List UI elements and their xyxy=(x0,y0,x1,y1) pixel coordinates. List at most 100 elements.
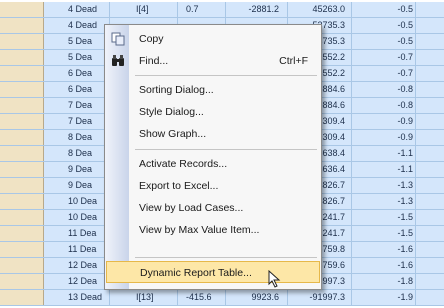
menu-item-sorting-dialog[interactable]: Sorting Dialog... xyxy=(106,79,320,101)
table-cell[interactable]: -0.8 xyxy=(352,98,416,113)
table-cell[interactable]: -0.9 xyxy=(352,130,416,145)
table-cell[interactable] xyxy=(416,290,444,305)
menu-separator xyxy=(135,257,317,258)
menu-separator xyxy=(135,75,317,76)
menu-item-view-load-cases[interactable]: View by Load Cases... xyxy=(106,197,320,219)
table-cell[interactable]: 6 Dea xyxy=(44,82,110,97)
table-cell[interactable]: -1.5 xyxy=(352,226,416,241)
table-cell[interactable]: 7 Dea xyxy=(44,98,110,113)
table-cell[interactable]: -91997.3 xyxy=(288,290,352,305)
table-cell[interactable] xyxy=(416,258,444,273)
table-cell[interactable]: -415.6 xyxy=(178,290,226,305)
table-cell[interactable] xyxy=(0,2,44,17)
table-cell[interactable]: 4 Dead xyxy=(44,2,110,17)
table-cell[interactable] xyxy=(0,242,44,257)
table-cell[interactable]: -1.3 xyxy=(352,178,416,193)
table-cell[interactable] xyxy=(416,210,444,225)
mouse-pointer-icon xyxy=(268,269,282,288)
table-cell[interactable]: 45263.0 xyxy=(288,2,352,17)
table-cell[interactable] xyxy=(416,66,444,81)
menu-item-activate-records[interactable]: Activate Records... xyxy=(106,153,320,175)
table-cell[interactable] xyxy=(0,194,44,209)
table-cell[interactable]: 4 Dead xyxy=(44,18,110,33)
table-cell[interactable]: I[13] xyxy=(110,290,178,305)
table-cell[interactable] xyxy=(0,50,44,65)
table-cell[interactable]: 10 Dea xyxy=(44,194,110,209)
table-cell[interactable]: 5 Dea xyxy=(44,50,110,65)
table-cell[interactable]: -1.1 xyxy=(352,146,416,161)
table-cell[interactable]: 6 Dea xyxy=(44,66,110,81)
menu-item-find[interactable]: Find... Ctrl+F xyxy=(106,50,320,72)
table-cell[interactable] xyxy=(416,18,444,33)
table-cell[interactable] xyxy=(0,18,44,33)
table-cell[interactable]: -1.1 xyxy=(352,162,416,177)
menu-item-copy[interactable]: Copy xyxy=(106,28,320,50)
table-cell[interactable]: 9 Dea xyxy=(44,162,110,177)
table-cell[interactable] xyxy=(0,290,44,305)
menu-item-export-excel[interactable]: Export to Excel... xyxy=(106,175,320,197)
table-cell[interactable]: 5 Dea xyxy=(44,34,110,49)
table-cell[interactable] xyxy=(0,114,44,129)
table-cell[interactable]: 12 Dea xyxy=(44,258,110,273)
table-cell[interactable] xyxy=(416,242,444,257)
table-cell[interactable] xyxy=(416,82,444,97)
table-cell[interactable]: -0.7 xyxy=(352,50,416,65)
table-cell[interactable] xyxy=(0,34,44,49)
table-cell[interactable] xyxy=(416,98,444,113)
table-cell[interactable]: -0.7 xyxy=(352,66,416,81)
table-cell[interactable] xyxy=(416,34,444,49)
table-cell[interactable]: -1.6 xyxy=(352,242,416,257)
table-cell[interactable] xyxy=(0,130,44,145)
table-cell[interactable]: 9 Dea xyxy=(44,178,110,193)
table-cell[interactable]: 11 Dea xyxy=(44,242,110,257)
menu-item-show-graph[interactable]: Show Graph... xyxy=(106,123,320,145)
table-cell[interactable] xyxy=(416,194,444,209)
menu-item-dynamic-report-table[interactable]: Dynamic Report Table... xyxy=(106,261,320,283)
table-cell[interactable] xyxy=(0,274,44,289)
table-cell[interactable]: 8 Dea xyxy=(44,130,110,145)
table-cell[interactable]: 13 Dead xyxy=(44,290,110,305)
table-cell[interactable] xyxy=(416,178,444,193)
table-cell[interactable] xyxy=(0,98,44,113)
table-cell[interactable] xyxy=(416,146,444,161)
table-cell[interactable]: -2881.2 xyxy=(226,2,288,17)
table-cell[interactable]: -0.8 xyxy=(352,82,416,97)
table-cell[interactable]: 7 Dea xyxy=(44,114,110,129)
table-cell[interactable]: -0.9 xyxy=(352,114,416,129)
table-cell[interactable]: 9923.6 xyxy=(226,290,288,305)
table-cell[interactable] xyxy=(416,274,444,289)
table-cell[interactable] xyxy=(0,66,44,81)
table-row[interactable]: 4 Dead I[4] 0.7 -2881.2 45263.0 -0.5 xyxy=(0,2,444,18)
table-cell[interactable]: -0.5 xyxy=(352,18,416,33)
table-cell[interactable]: -1.9 xyxy=(352,290,416,305)
table-cell[interactable] xyxy=(0,82,44,97)
table-cell[interactable]: -1.8 xyxy=(352,274,416,289)
table-cell[interactable]: -1.5 xyxy=(352,210,416,225)
table-cell[interactable]: -1.3 xyxy=(352,194,416,209)
table-row[interactable]: 13 Dead I[13] -415.6 9923.6 -91997.3 -1.9 xyxy=(0,290,444,306)
table-cell[interactable] xyxy=(416,130,444,145)
table-cell[interactable] xyxy=(416,50,444,65)
table-cell[interactable] xyxy=(0,210,44,225)
table-cell[interactable]: -0.5 xyxy=(352,34,416,49)
table-cell[interactable]: 0.7 xyxy=(178,2,226,17)
table-cell[interactable]: 8 Dea xyxy=(44,146,110,161)
table-cell[interactable]: -0.5 xyxy=(352,2,416,17)
table-cell[interactable] xyxy=(416,162,444,177)
binoculars-icon xyxy=(111,54,125,68)
table-cell[interactable] xyxy=(416,2,444,17)
table-cell[interactable] xyxy=(416,226,444,241)
table-cell[interactable]: I[4] xyxy=(110,2,178,17)
table-cell[interactable]: 12 Dea xyxy=(44,274,110,289)
table-cell[interactable] xyxy=(0,162,44,177)
table-cell[interactable]: -1.6 xyxy=(352,258,416,273)
menu-item-view-max-value[interactable]: View by Max Value Item... xyxy=(106,219,320,241)
table-cell[interactable] xyxy=(0,258,44,273)
table-cell[interactable] xyxy=(0,178,44,193)
table-cell[interactable]: 11 Dea xyxy=(44,226,110,241)
table-cell[interactable] xyxy=(0,226,44,241)
menu-item-style-dialog[interactable]: Style Dialog... xyxy=(106,101,320,123)
table-cell[interactable]: 10 Dea xyxy=(44,210,110,225)
table-cell[interactable] xyxy=(416,114,444,129)
table-cell[interactable] xyxy=(0,146,44,161)
